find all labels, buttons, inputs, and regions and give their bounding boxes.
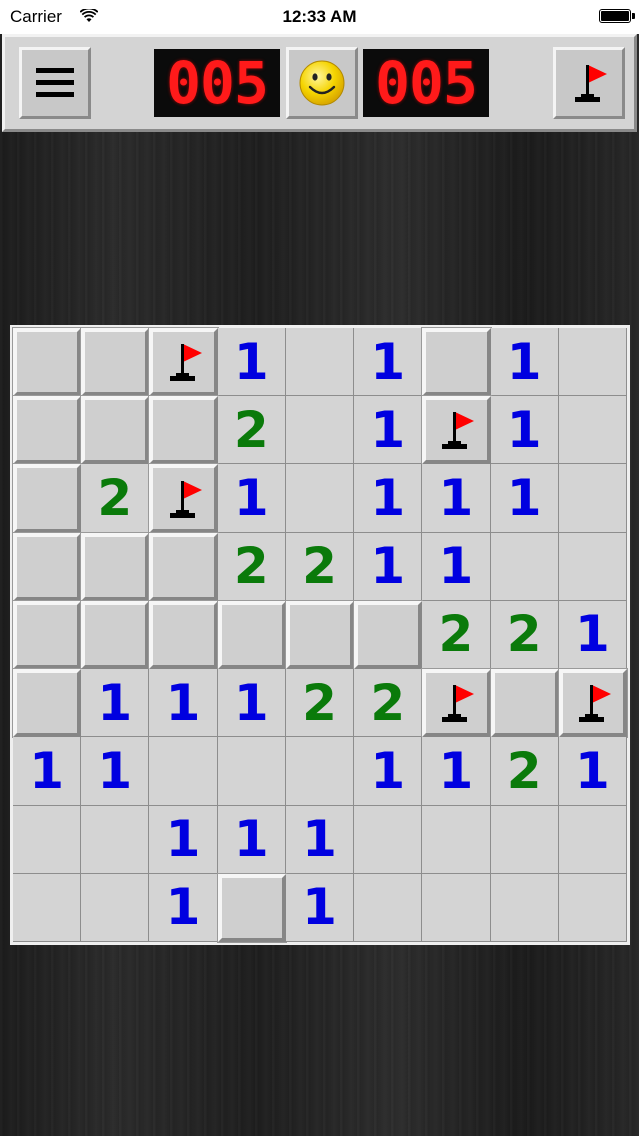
cell-empty[interactable] [422,805,491,874]
cell-empty[interactable] [354,873,423,942]
cell-empty[interactable] [149,737,218,806]
cell-empty[interactable] [558,396,627,465]
cell-empty[interactable] [558,464,627,533]
cell-number[interactable]: 1 [422,464,491,533]
cell-number[interactable]: 1 [354,464,423,533]
cell-unrevealed[interactable] [11,599,83,671]
cell-empty[interactable] [558,873,627,942]
cell-unrevealed[interactable] [353,599,424,671]
cell-number[interactable]: 1 [490,396,559,465]
cell-unrevealed[interactable] [284,599,356,671]
cell-empty[interactable] [81,873,150,942]
cell-unrevealed[interactable] [80,531,151,602]
cell-number[interactable]: 1 [149,805,218,874]
cell-number[interactable]: 1 [558,737,627,806]
cell-unrevealed[interactable] [489,668,560,739]
cell-number[interactable]: 2 [217,396,286,465]
cell-number[interactable]: 1 [81,737,150,806]
cell-unrevealed[interactable] [11,531,83,602]
cell-unrevealed[interactable] [216,599,287,671]
flag-icon [169,344,202,382]
cell-number[interactable]: 1 [354,328,423,397]
cell-flagged[interactable] [421,668,492,739]
cell-number[interactable]: 1 [217,669,286,738]
flag-mode-button[interactable] [553,47,625,119]
flag-icon [575,65,607,102]
cell-number[interactable]: 1 [422,532,491,601]
cell-empty[interactable] [285,737,355,806]
cell-flagged[interactable] [148,326,219,398]
cell-number[interactable]: 1 [217,805,286,874]
cell-number[interactable]: 1 [422,737,491,806]
smiley-face-icon [299,60,345,106]
cell-empty[interactable] [558,805,627,874]
cell-unrevealed[interactable] [148,395,219,466]
mines-counter: 005 [154,49,280,117]
cell-number[interactable]: 1 [354,737,423,806]
cell-unrevealed[interactable] [148,599,219,671]
flag-icon [442,685,475,723]
cell-unrevealed[interactable] [11,395,83,466]
cell-number[interactable]: 2 [490,737,559,806]
cell-empty[interactable] [13,805,82,874]
cell-number[interactable]: 1 [490,328,559,397]
cell-unrevealed[interactable] [11,668,83,739]
cell-number[interactable]: 1 [354,396,423,465]
cell-number[interactable]: 2 [81,464,150,533]
cell-number[interactable]: 2 [422,600,491,670]
cell-unrevealed[interactable] [80,326,151,398]
cell-empty[interactable] [490,532,559,601]
battery-icon [599,9,635,23]
cell-unrevealed[interactable] [80,599,151,671]
timer: 005 [363,49,489,117]
cell-empty[interactable] [422,873,491,942]
game-toolbar: 005 005 [2,34,637,132]
cell-number[interactable]: 2 [490,600,559,670]
cell-empty[interactable] [558,328,627,397]
cell-flagged[interactable] [557,668,628,739]
cell-flagged[interactable] [148,463,219,534]
clock: 12:33 AM [282,7,357,26]
cell-empty[interactable] [354,805,423,874]
cell-unrevealed[interactable] [148,531,219,602]
cell-number[interactable]: 1 [558,600,627,670]
cell-empty[interactable] [217,737,286,806]
flag-icon [169,480,202,518]
cell-empty[interactable] [285,328,355,397]
cell-number[interactable]: 1 [149,873,218,942]
cell-empty[interactable] [285,464,355,533]
cell-empty[interactable] [285,396,355,465]
cell-empty[interactable] [81,805,150,874]
cell-unrevealed[interactable] [80,395,151,466]
cell-empty[interactable] [490,873,559,942]
cell-number[interactable]: 1 [490,464,559,533]
flag-icon [578,685,611,723]
cell-number[interactable]: 1 [217,328,286,397]
cell-unrevealed[interactable] [421,326,492,398]
cell-number[interactable]: 2 [354,669,423,738]
status-bar: Carrier 12:33 AM [0,0,639,34]
menu-button[interactable] [19,47,91,119]
hamburger-icon [36,68,74,97]
cell-empty[interactable] [558,532,627,601]
cell-number[interactable]: 1 [285,805,355,874]
cell-number[interactable]: 2 [285,532,355,601]
cell-empty[interactable] [490,805,559,874]
flag-icon [442,412,475,450]
minefield-grid: 1112112111122112211112211112111111 [10,325,630,945]
cell-number[interactable]: 1 [13,737,82,806]
cell-number[interactable]: 2 [217,532,286,601]
cell-flagged[interactable] [421,395,492,466]
new-game-smiley-button[interactable] [286,47,358,119]
cell-number[interactable]: 1 [354,532,423,601]
cell-number[interactable]: 1 [81,669,150,738]
cell-empty[interactable] [13,873,82,942]
cell-unrevealed[interactable] [11,326,83,398]
cell-number[interactable]: 1 [217,464,286,533]
cell-number[interactable]: 1 [285,873,355,942]
cell-number[interactable]: 2 [285,669,355,738]
cell-unrevealed[interactable] [11,463,83,534]
cell-number[interactable]: 1 [149,669,218,738]
cell-unrevealed[interactable] [216,872,287,943]
